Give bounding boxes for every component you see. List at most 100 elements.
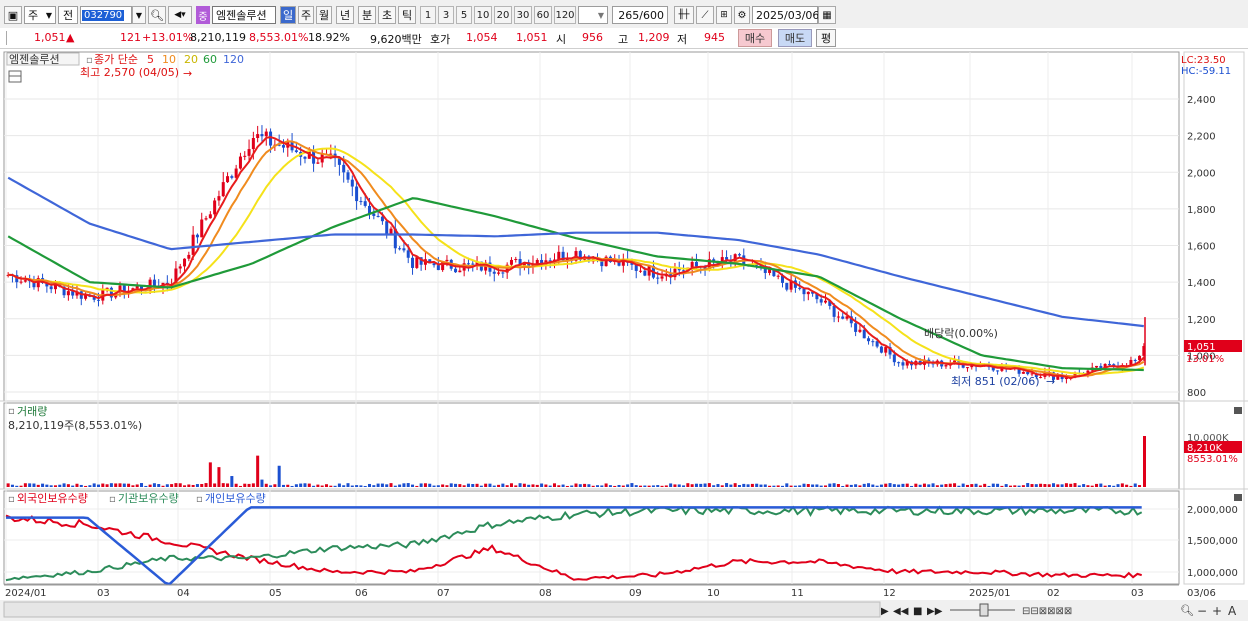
volume-bar	[669, 483, 673, 487]
chart-tool-icon[interactable]: ⊟⊟⊠⊠⊠⊠	[1022, 606, 1072, 617]
volume-bar	[342, 485, 346, 487]
candle-body	[776, 275, 780, 277]
volume-bar	[1026, 483, 1030, 487]
ma60-label: 60	[203, 53, 217, 66]
period-tick-button[interactable]: 틱	[398, 6, 416, 24]
interval-custom-select[interactable]: ▼	[578, 6, 608, 24]
volume-bar	[286, 484, 290, 487]
period-month-button[interactable]: 월	[316, 6, 332, 24]
interval-20-button[interactable]: 20	[494, 6, 512, 24]
price-y-tick: 2,200	[1187, 132, 1216, 143]
crosshair-icon[interactable]: ⊞	[716, 6, 732, 24]
panel-close-icon[interactable]	[1234, 407, 1242, 414]
zoom-in-icon[interactable]: +	[1212, 604, 1222, 618]
current-price: 1,051	[34, 31, 66, 44]
window-icon[interactable]: ▣	[4, 6, 22, 24]
volume-bar	[32, 483, 36, 487]
rewind-icon[interactable]: ◀◀	[893, 606, 909, 617]
candle-body	[798, 287, 802, 289]
buy-button[interactable]: 매수	[738, 29, 772, 47]
period-year-button[interactable]: 년	[336, 6, 354, 24]
candle-body	[217, 196, 221, 201]
x-tick-label: 03	[97, 588, 110, 599]
view-mode-button[interactable]: 전	[58, 6, 78, 24]
interval-120-button[interactable]: 120	[554, 6, 576, 24]
volume-bar	[49, 485, 53, 487]
settings-icon[interactable]: ⚙	[734, 6, 750, 24]
volume-bar	[1000, 485, 1004, 487]
date-field[interactable]: 2025/03/06	[752, 6, 819, 24]
period-minute-button[interactable]: 분	[358, 6, 376, 24]
volume-bar	[62, 483, 66, 487]
text-size-icon[interactable]: A	[1228, 604, 1237, 618]
volume-bar	[940, 484, 944, 487]
panel-close-icon[interactable]	[1234, 494, 1242, 501]
search-icon[interactable]: 🔍︎	[148, 6, 166, 24]
volume-bar	[983, 483, 987, 487]
candle-body	[725, 257, 729, 260]
calendar-icon[interactable]: ▦	[818, 6, 836, 24]
interval-1-button[interactable]: 1	[420, 6, 436, 24]
candle-body	[1133, 359, 1137, 361]
stop-icon[interactable]: ■	[913, 606, 922, 617]
interval-30-button[interactable]: 30	[514, 6, 532, 24]
period-second-button[interactable]: 초	[378, 6, 396, 24]
bid-price-1: 1,054	[466, 31, 498, 44]
volume-bar	[1129, 485, 1133, 487]
interval-5-button[interactable]: 5	[456, 6, 472, 24]
volume-bar	[970, 484, 974, 487]
period-week-button[interactable]: 주	[298, 6, 314, 24]
candle-body	[965, 367, 969, 369]
zoom-slider-handle[interactable]	[979, 603, 989, 617]
volume-bar	[1004, 484, 1008, 487]
candle-type-icon[interactable]: ╫┼	[674, 6, 694, 24]
stock-code-input[interactable]: 032790	[80, 6, 132, 24]
volume-bar	[522, 483, 526, 487]
volume-bar	[871, 484, 875, 487]
code-dropdown-icon[interactable]: ▼	[132, 6, 146, 24]
volume-bar	[445, 485, 449, 487]
volume-bar	[910, 485, 914, 487]
sell-button[interactable]: 매도	[778, 29, 812, 47]
candle-body	[832, 305, 836, 317]
zoom-out-icon[interactable]: −	[1197, 604, 1207, 618]
scrollbar-track[interactable]	[3, 601, 881, 618]
volume-bar	[806, 484, 810, 487]
interval-10-button[interactable]: 10	[474, 6, 492, 24]
volume-bar	[368, 483, 372, 487]
low-marker-icon: →	[1046, 375, 1055, 388]
hc-label: HC:-59.11	[1181, 66, 1231, 77]
volume-bar	[544, 484, 548, 487]
volume-bar	[565, 485, 569, 487]
ma5-label: 5	[147, 53, 154, 66]
change-rate: +13.01%	[142, 31, 194, 44]
candle-body	[372, 213, 376, 216]
volume-bar	[596, 485, 600, 487]
speaker-icon[interactable]: ◀▾	[168, 6, 192, 24]
line-tool-icon[interactable]: ⟋	[696, 6, 714, 24]
volume-bar	[828, 483, 832, 487]
interval-60-button[interactable]: 60	[534, 6, 552, 24]
candle-body	[867, 338, 871, 342]
count-field[interactable]: 265/600	[612, 6, 668, 24]
volume-bar	[535, 484, 539, 487]
price-tag-value: 1,051	[1187, 342, 1216, 353]
volume-bar	[277, 465, 281, 487]
period-day-button[interactable]: 일	[280, 6, 296, 24]
eval-button[interactable]: 평	[816, 29, 836, 47]
volume-bar	[854, 484, 858, 487]
price-change: 121	[120, 31, 141, 44]
volume-bar	[165, 484, 169, 487]
market-type-select[interactable]: 주 ▼	[24, 6, 56, 24]
fast-forward-icon[interactable]: ▶▶	[927, 606, 943, 617]
x-tick-label: 06	[355, 588, 368, 599]
scroll-right-icon[interactable]: ▶	[881, 606, 889, 617]
interval-3-button[interactable]: 3	[438, 6, 454, 24]
volume-bar	[737, 485, 741, 487]
candle-body	[862, 329, 866, 339]
search-icon[interactable]: 🔍︎	[1180, 604, 1194, 617]
volume-bar	[961, 483, 965, 487]
volume-bar	[66, 484, 70, 487]
candle-body	[879, 346, 883, 353]
volume-bar	[28, 483, 32, 487]
